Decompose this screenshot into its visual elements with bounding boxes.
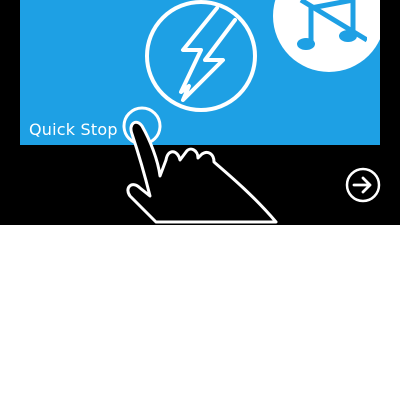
- tile-label: Quick Stop: [29, 120, 118, 139]
- music-off-icon[interactable]: [273, 0, 380, 72]
- screen: Quick Stop: [0, 0, 400, 400]
- next-button[interactable]: [344, 166, 382, 204]
- quick-stop-tile[interactable]: Quick Stop: [20, 0, 380, 145]
- lightning-icon: [145, 0, 257, 112]
